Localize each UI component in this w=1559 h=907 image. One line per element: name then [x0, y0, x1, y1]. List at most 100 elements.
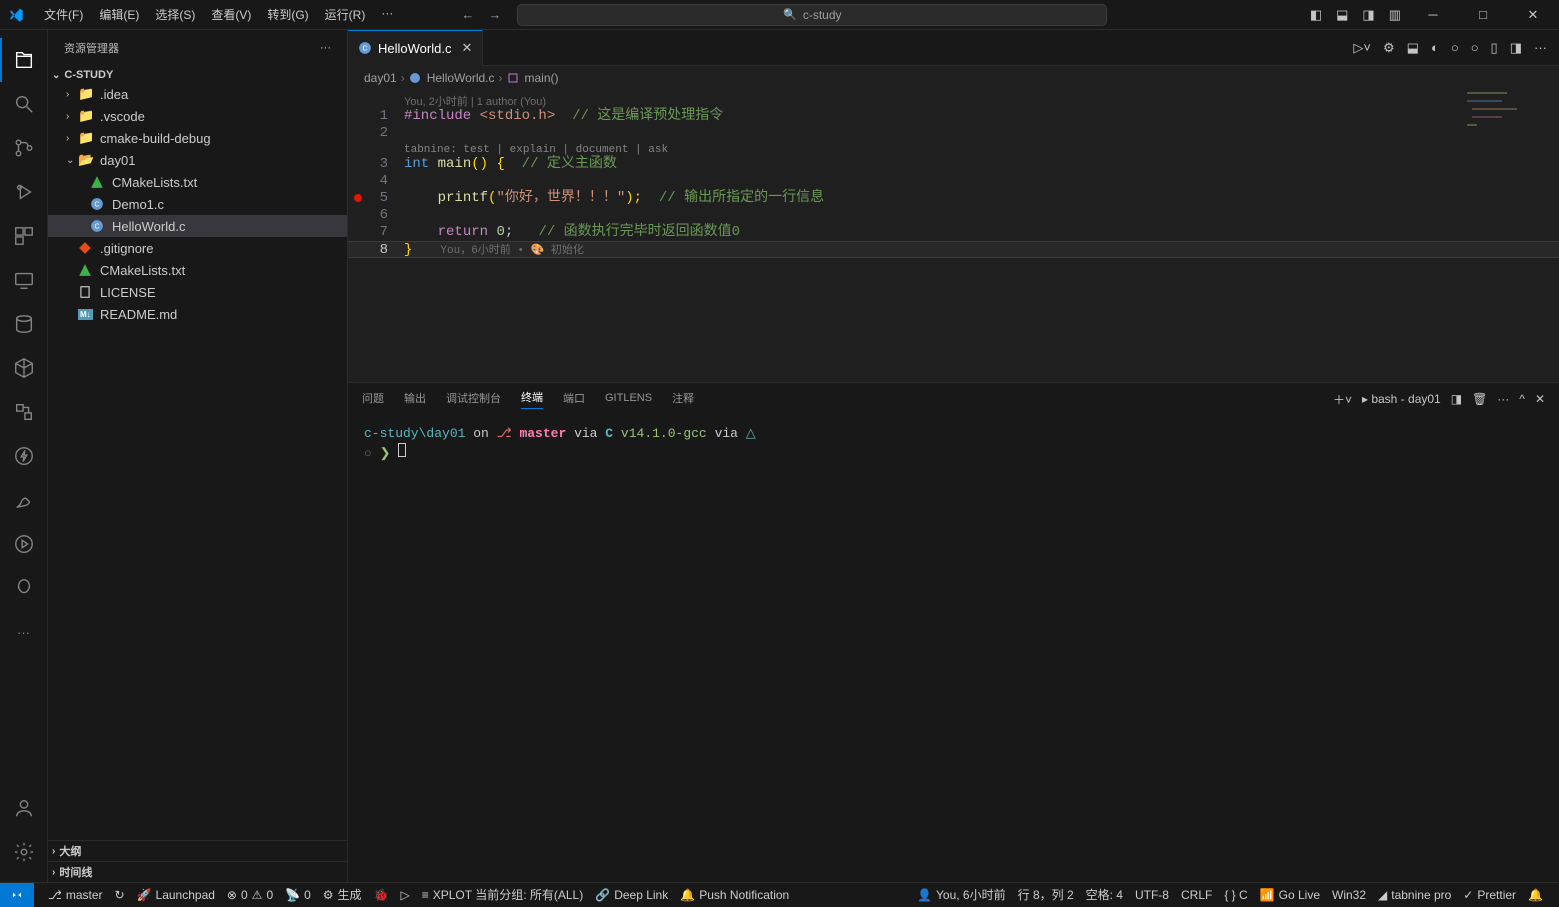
- breadcrumb[interactable]: day01 › HelloWorld.c › main(): [348, 66, 1559, 90]
- status-blame[interactable]: 👤You, 6小时前: [911, 883, 1012, 907]
- terminal[interactable]: c-study\day01 on ⎇ master via C v14.1.0-…: [348, 415, 1559, 882]
- status-sync[interactable]: ↻: [109, 883, 131, 907]
- window-maximize-icon[interactable]: □: [1465, 1, 1501, 29]
- panel-tab-gitlens[interactable]: GITLENS: [605, 392, 652, 407]
- menu-view[interactable]: 查看(V): [203, 2, 259, 27]
- status-golive[interactable]: 📶Go Live: [1254, 883, 1326, 907]
- status-problems[interactable]: ⊗0 ⚠0: [221, 883, 279, 907]
- code-editor[interactable]: You, 2小时前 | 1 author (You) 1#include <st…: [348, 90, 1559, 382]
- panel-tab-output[interactable]: 输出: [404, 390, 426, 409]
- bc-symbol[interactable]: main(): [525, 71, 559, 85]
- run-dropdown-icon[interactable]: ▷˅: [1353, 40, 1371, 56]
- window-close-icon[interactable]: ✕: [1515, 1, 1551, 29]
- split-terminal-icon[interactable]: ◨: [1451, 392, 1462, 406]
- gear-icon[interactable]: ⚙: [1383, 40, 1395, 56]
- status-branch[interactable]: ⎇master: [42, 883, 109, 907]
- status-xplot[interactable]: ≡XPLOT 当前分组: 所有(ALL): [416, 883, 590, 907]
- activity-draw-icon[interactable]: [0, 478, 48, 522]
- command-center[interactable]: 🔍 c-study: [517, 4, 1107, 26]
- status-deeplink[interactable]: 🔗Deep Link: [589, 883, 674, 907]
- activity-cube-icon[interactable]: [0, 346, 48, 390]
- activity-account-icon[interactable]: [0, 786, 48, 830]
- status-push[interactable]: 🔔Push Notification: [674, 883, 795, 907]
- panel-tab-terminal[interactable]: 终端: [521, 389, 543, 409]
- activity-more-icon[interactable]: ···: [0, 610, 48, 654]
- status-eol[interactable]: CRLF: [1175, 883, 1218, 907]
- panel-tab-ports[interactable]: 端口: [563, 390, 585, 409]
- tab-close-icon[interactable]: ✕: [461, 40, 472, 56]
- menu-run[interactable]: 运行(R): [317, 2, 374, 27]
- panel-tab-comments[interactable]: 注释: [672, 390, 694, 409]
- menu-select[interactable]: 选择(S): [147, 2, 203, 27]
- status-indent[interactable]: 空格: 4: [1080, 883, 1129, 907]
- panel-close-icon[interactable]: ✕: [1535, 392, 1545, 406]
- timeline-section[interactable]: ›时间线: [48, 861, 347, 882]
- file-helloworld[interactable]: CHelloWorld.c: [48, 215, 347, 237]
- menu-edit[interactable]: 编辑(E): [91, 2, 147, 27]
- file-cmakelists[interactable]: CMakeLists.txt: [48, 171, 347, 193]
- activity-ai-icon[interactable]: [0, 566, 48, 610]
- folder-day01[interactable]: ⌄📂day01: [48, 149, 347, 171]
- layout-sidebar-left-icon[interactable]: ◧: [1310, 7, 1322, 23]
- minimap[interactable]: [1467, 90, 1547, 160]
- panel-maximize-icon[interactable]: ^: [1519, 392, 1525, 406]
- bc-file[interactable]: HelloWorld.c: [427, 71, 495, 85]
- status-language[interactable]: { } C: [1218, 883, 1253, 907]
- status-prettier[interactable]: ✓Prettier: [1457, 883, 1522, 907]
- activity-explorer-icon[interactable]: [0, 38, 48, 82]
- bc-folder[interactable]: day01: [364, 71, 397, 85]
- status-platform[interactable]: Win32: [1326, 883, 1372, 907]
- layout-panel-icon[interactable]: ⬓: [1336, 7, 1348, 23]
- nav-back-icon[interactable]: ←: [461, 7, 474, 22]
- circle-icon[interactable]: ○: [1451, 40, 1459, 56]
- kill-terminal-icon[interactable]: 🗑: [1472, 392, 1487, 406]
- menu-file[interactable]: 文件(F): [36, 2, 91, 27]
- file-license[interactable]: LICENSE: [48, 281, 347, 303]
- folder-vscode[interactable]: ›📁.vscode: [48, 105, 347, 127]
- more-icon[interactable]: ···: [1534, 40, 1547, 56]
- folder-cmake-build[interactable]: ›📁cmake-build-debug: [48, 127, 347, 149]
- layout-customize-icon[interactable]: ▥: [1389, 7, 1401, 23]
- status-build[interactable]: ⚙生成: [317, 883, 368, 907]
- split-editor-icon[interactable]: ◨: [1510, 40, 1522, 56]
- status-encoding[interactable]: UTF-8: [1129, 883, 1175, 907]
- file-gitignore[interactable]: .gitignore: [48, 237, 347, 259]
- panel-tab-problems[interactable]: 问题: [362, 390, 384, 409]
- activity-run-circle-icon[interactable]: [0, 522, 48, 566]
- activity-search-icon[interactable]: [0, 82, 48, 126]
- panel-tab-debug[interactable]: 调试控制台: [446, 390, 501, 409]
- activity-debug-icon[interactable]: [0, 170, 48, 214]
- activity-db-icon[interactable]: [0, 302, 48, 346]
- activity-settings-icon[interactable]: [0, 830, 48, 874]
- status-tabnine[interactable]: ◢tabnine pro: [1372, 883, 1457, 907]
- activity-extensions-icon[interactable]: [0, 214, 48, 258]
- folder-idea[interactable]: ›📁.idea: [48, 83, 347, 105]
- book-icon[interactable]: ▯: [1491, 40, 1498, 56]
- status-debug-target[interactable]: 🐞: [368, 883, 395, 907]
- menu-goto[interactable]: 转到(G): [259, 2, 316, 27]
- sidebar-more-icon[interactable]: ···: [320, 42, 331, 54]
- file-readme[interactable]: M↓README.md: [48, 303, 347, 325]
- layout-sidebar-right-icon[interactable]: ◨: [1362, 7, 1374, 23]
- outline-section[interactable]: ›大纲: [48, 840, 347, 861]
- status-ports[interactable]: 📡0: [279, 883, 317, 907]
- nav-forward-icon[interactable]: →: [488, 7, 501, 22]
- codelens[interactable]: tabnine: test | explain | document | ask: [348, 142, 1559, 156]
- activity-thunder-icon[interactable]: [0, 434, 48, 478]
- window-minimize-icon[interactable]: ─: [1415, 1, 1451, 29]
- panel-more-icon[interactable]: ···: [1497, 392, 1509, 406]
- split-icon[interactable]: ⬓: [1407, 40, 1419, 56]
- circle2-icon[interactable]: ○: [1471, 40, 1479, 56]
- file-demo1[interactable]: CDemo1.c: [48, 193, 347, 215]
- tab-helloworld[interactable]: C HelloWorld.c ✕: [348, 30, 483, 66]
- new-terminal-icon[interactable]: ＋˅: [1333, 391, 1352, 408]
- activity-project-icon[interactable]: [0, 390, 48, 434]
- status-cursor-pos[interactable]: 行 8，列 2: [1012, 883, 1080, 907]
- activity-remote-icon[interactable]: [0, 258, 48, 302]
- status-launchpad[interactable]: 🚀Launchpad: [131, 883, 221, 907]
- activity-scm-icon[interactable]: [0, 126, 48, 170]
- project-section-header[interactable]: ⌄ C-STUDY: [48, 67, 347, 83]
- terminal-shell-label[interactable]: ▸ bash - day01: [1362, 392, 1441, 406]
- status-notifications-icon[interactable]: 🔔: [1522, 883, 1549, 907]
- menu-more[interactable]: ···: [373, 2, 401, 27]
